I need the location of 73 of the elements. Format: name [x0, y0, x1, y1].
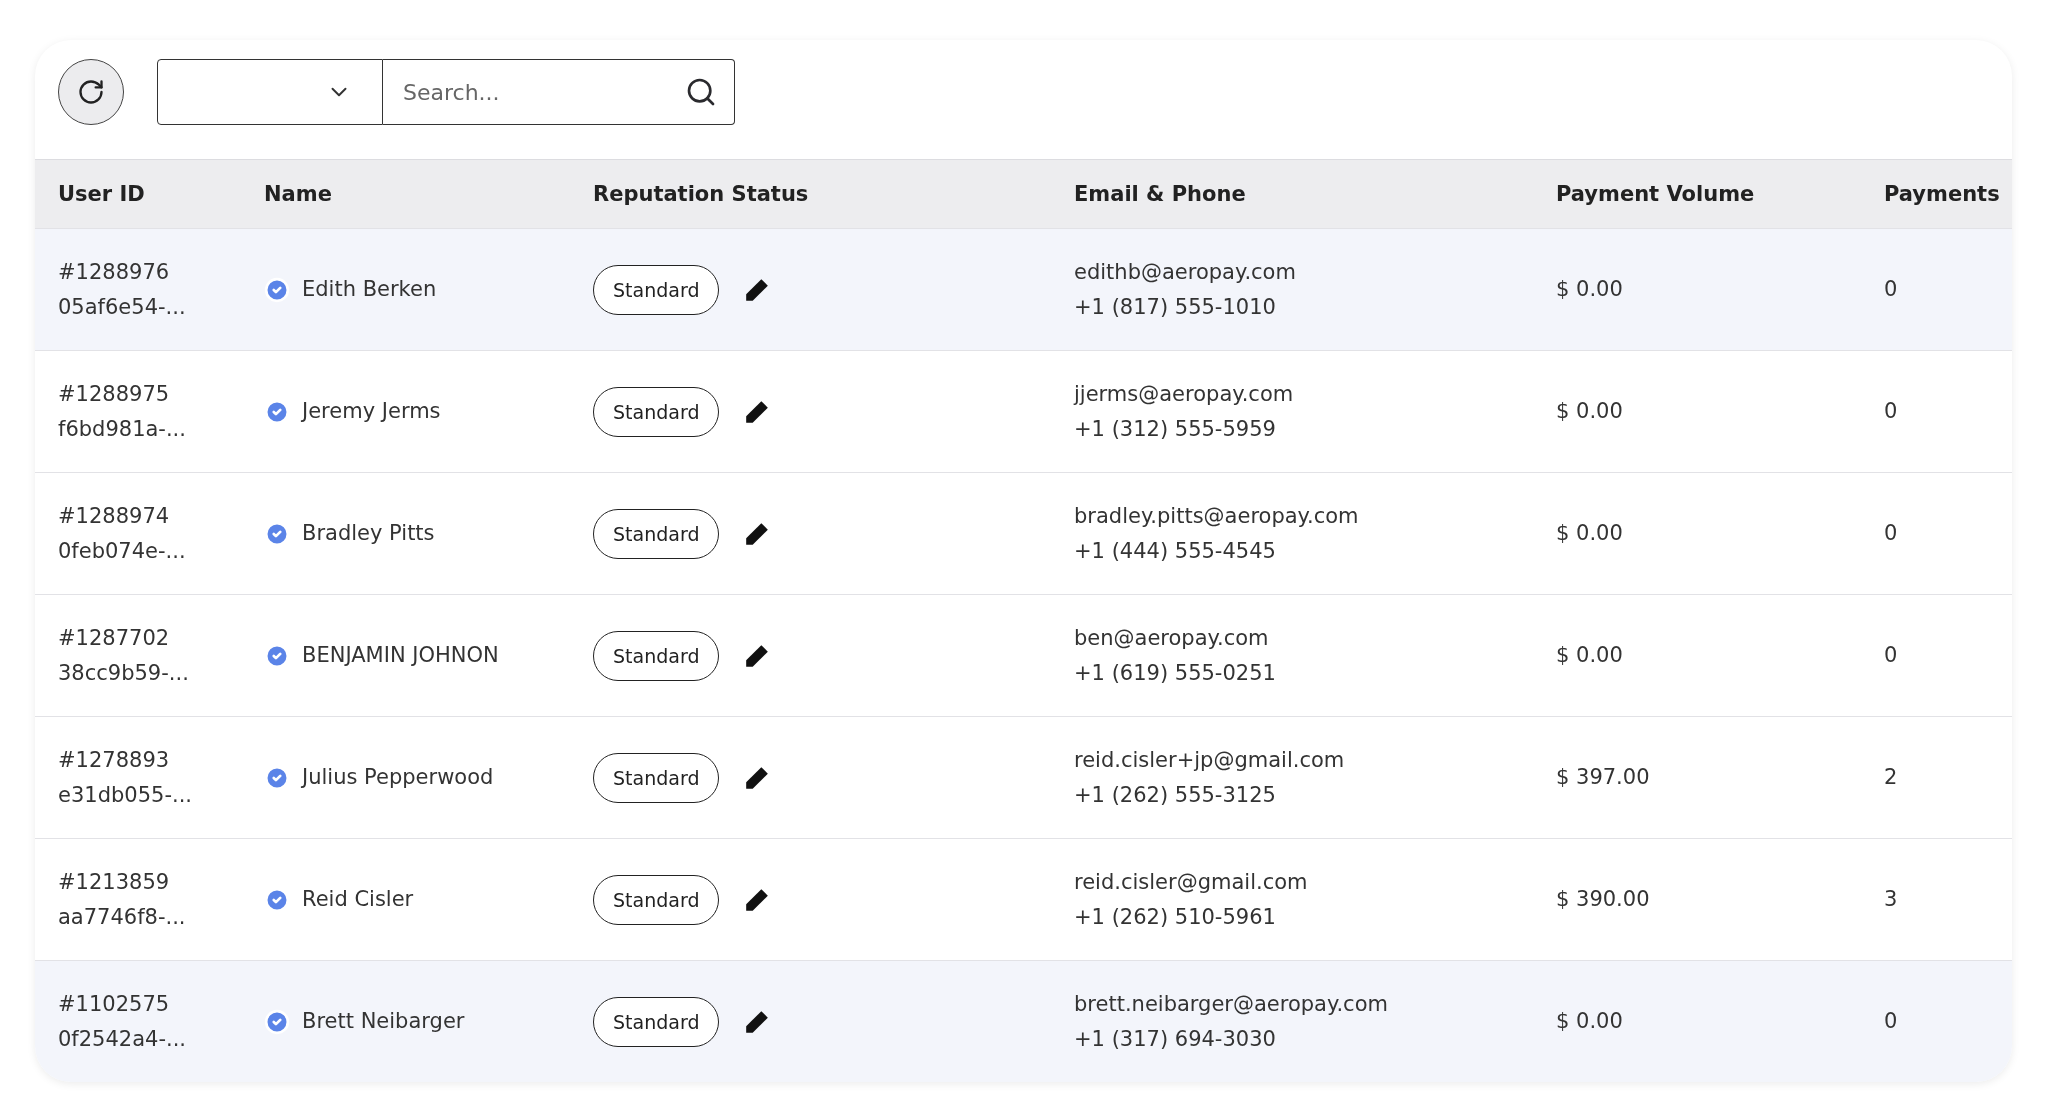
status-badge[interactable]: Standard [593, 996, 720, 1047]
payments-count: 0 [1884, 642, 1899, 669]
phone: +1 (317) 694-3030 [1074, 1025, 1277, 1053]
pencil-icon[interactable] [744, 520, 771, 547]
payment-volume: $ 390.00 [1556, 886, 1651, 913]
email: brett.neibarger@aeropay.com [1074, 990, 1389, 1018]
user-id: #1102575 [58, 990, 171, 1018]
user-uuid: 0f2542a4-... [58, 1025, 188, 1053]
user-name: Reid Cisler [302, 886, 414, 913]
status-badge[interactable]: Standard [593, 630, 720, 681]
user-name: BENJAMIN JOHNON [302, 642, 499, 669]
search-field[interactable]: Search... [383, 59, 735, 125]
status-badge[interactable]: Standard [593, 874, 720, 925]
user-id: #1287702 [58, 624, 171, 652]
pencil-icon[interactable] [744, 1008, 771, 1035]
user-uuid: 0feb074e-... [58, 537, 187, 565]
payment-volume: $ 0.00 [1556, 276, 1624, 303]
phone: +1 (262) 555-3125 [1074, 781, 1277, 809]
payments-count: 0 [1884, 398, 1899, 425]
payments-count: 0 [1884, 520, 1899, 547]
payment-volume: $ 0.00 [1556, 520, 1624, 547]
email: reid.cisler+jp@gmail.com [1074, 746, 1346, 774]
email: reid.cisler@gmail.com [1074, 868, 1309, 896]
search-icon [685, 76, 717, 108]
user-uuid: f6bd981a-... [58, 415, 187, 443]
user-name: Edith Berken [302, 276, 437, 303]
user-id: #1288976 [58, 258, 171, 286]
email: ben@aeropay.com [1074, 624, 1270, 652]
user-uuid: 38cc9b59-... [58, 659, 190, 687]
phone: +1 (619) 555-0251 [1074, 659, 1277, 687]
user-name: Jeremy Jerms [302, 398, 441, 425]
payment-volume: $ 0.00 [1556, 398, 1624, 425]
user-id: #1288974 [58, 502, 171, 530]
payment-volume: $ 397.00 [1556, 764, 1651, 791]
filter-dropdown[interactable] [157, 59, 383, 125]
user-uuid: aa7746f8-... [58, 903, 187, 931]
user-uuid: e31db055-... [58, 781, 193, 809]
pencil-icon[interactable] [744, 886, 771, 913]
status-badge[interactable]: Standard [593, 508, 720, 559]
user-id: #1278893 [58, 746, 171, 774]
user-name: Julius Pepperwood [302, 764, 494, 791]
refresh-icon [77, 78, 105, 106]
column-header: User ID [58, 182, 146, 206]
payments-count: 0 [1884, 1008, 1899, 1035]
email: jjerms@aeropay.com [1074, 380, 1295, 408]
status-badge[interactable]: Standard [593, 386, 720, 437]
user-uuid: 05af6e54-... [58, 293, 187, 321]
user-id: #1213859 [58, 868, 171, 896]
user-name: Brett Neibarger [302, 1008, 465, 1035]
payment-volume: $ 0.00 [1556, 1008, 1624, 1035]
email: bradley.pitts@aeropay.com [1074, 502, 1360, 530]
column-header: Email & Phone [1074, 182, 1247, 206]
pencil-icon[interactable] [744, 642, 771, 669]
payments-count: 0 [1884, 276, 1899, 303]
user-id: #1288975 [58, 380, 171, 408]
column-header: Payments [1884, 182, 2001, 206]
status-badge[interactable]: Standard [593, 264, 720, 315]
pencil-icon[interactable] [744, 398, 771, 425]
column-header: Payment Volume [1556, 182, 1756, 206]
phone: +1 (817) 555-1010 [1074, 293, 1277, 321]
phone: +1 (262) 510-5961 [1074, 903, 1277, 931]
payments-count: 2 [1884, 764, 1899, 791]
email: edithb@aeropay.com [1074, 258, 1297, 286]
user-name: Bradley Pitts [302, 520, 435, 547]
pencil-icon[interactable] [744, 764, 771, 791]
status-badge[interactable]: Standard [593, 752, 720, 803]
phone: +1 (444) 555-4545 [1074, 537, 1277, 565]
column-header: Name [264, 182, 333, 206]
column-header: Reputation Status [593, 182, 810, 206]
payment-volume: $ 0.00 [1556, 642, 1624, 669]
phone: +1 (312) 555-5959 [1074, 415, 1277, 443]
pencil-icon[interactable] [744, 276, 771, 303]
payments-count: 3 [1884, 886, 1899, 913]
